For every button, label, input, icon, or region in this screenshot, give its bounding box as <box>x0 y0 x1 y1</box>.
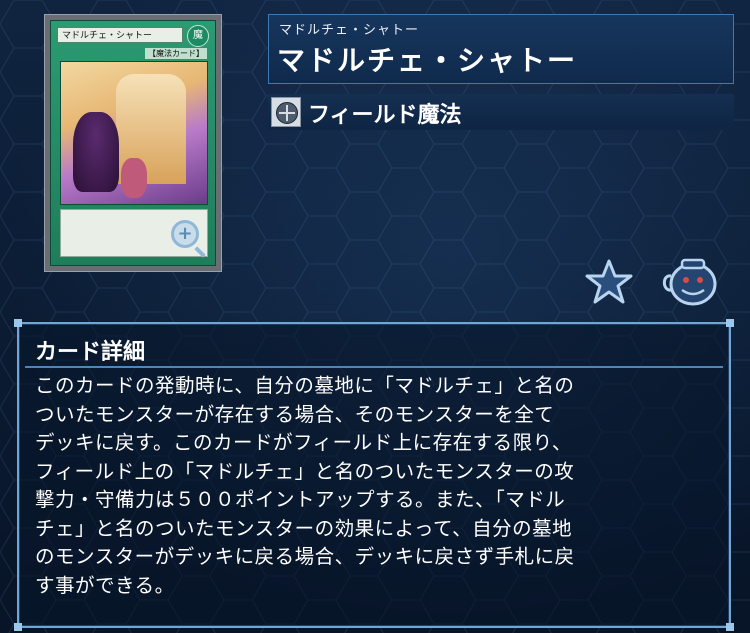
card-name-ruby: マドルチェ・シャトー <box>279 23 420 38</box>
details-title: カード詳細 <box>35 340 146 365</box>
card-image-type-line: 【魔法カード】 <box>145 48 207 59</box>
witch-illustration <box>73 112 119 192</box>
card-text-box: + <box>60 209 208 257</box>
zoom-in-icon[interactable]: + <box>171 220 199 248</box>
pot-of-greed-icon[interactable] <box>662 258 718 306</box>
card-face: マドルチェ・シャトー 魔 【魔法カード】 + <box>50 20 216 266</box>
card-title-panel: マドルチェ・シャトー マドルチェ・シャトー <box>268 14 734 84</box>
card-details-panel: カード詳細 このカードの発動時に、自分の墓地に「マドルチェ」と名の ついたモンス… <box>14 319 734 631</box>
star-icon[interactable] <box>584 258 634 306</box>
field-spell-icon <box>271 97 301 127</box>
card-name: マドルチェ・シャトー <box>277 44 578 77</box>
details-header: カード詳細 <box>25 328 723 368</box>
card-type-label: フィールド魔法 <box>308 103 462 128</box>
card-effect-text: このカードの発動時に、自分の墓地に「マドルチェ」と名の ついたモンスターが存在す… <box>35 374 575 597</box>
card-image-name: マドルチェ・シャトー <box>57 27 183 43</box>
card-image[interactable]: マドルチェ・シャトー 魔 【魔法カード】 + <box>44 14 222 272</box>
doll-illustration <box>121 158 147 198</box>
card-type-panel: フィールド魔法 <box>268 94 734 130</box>
card-artwork <box>60 61 208 205</box>
card-attribute-icon: 魔 <box>187 25 209 47</box>
